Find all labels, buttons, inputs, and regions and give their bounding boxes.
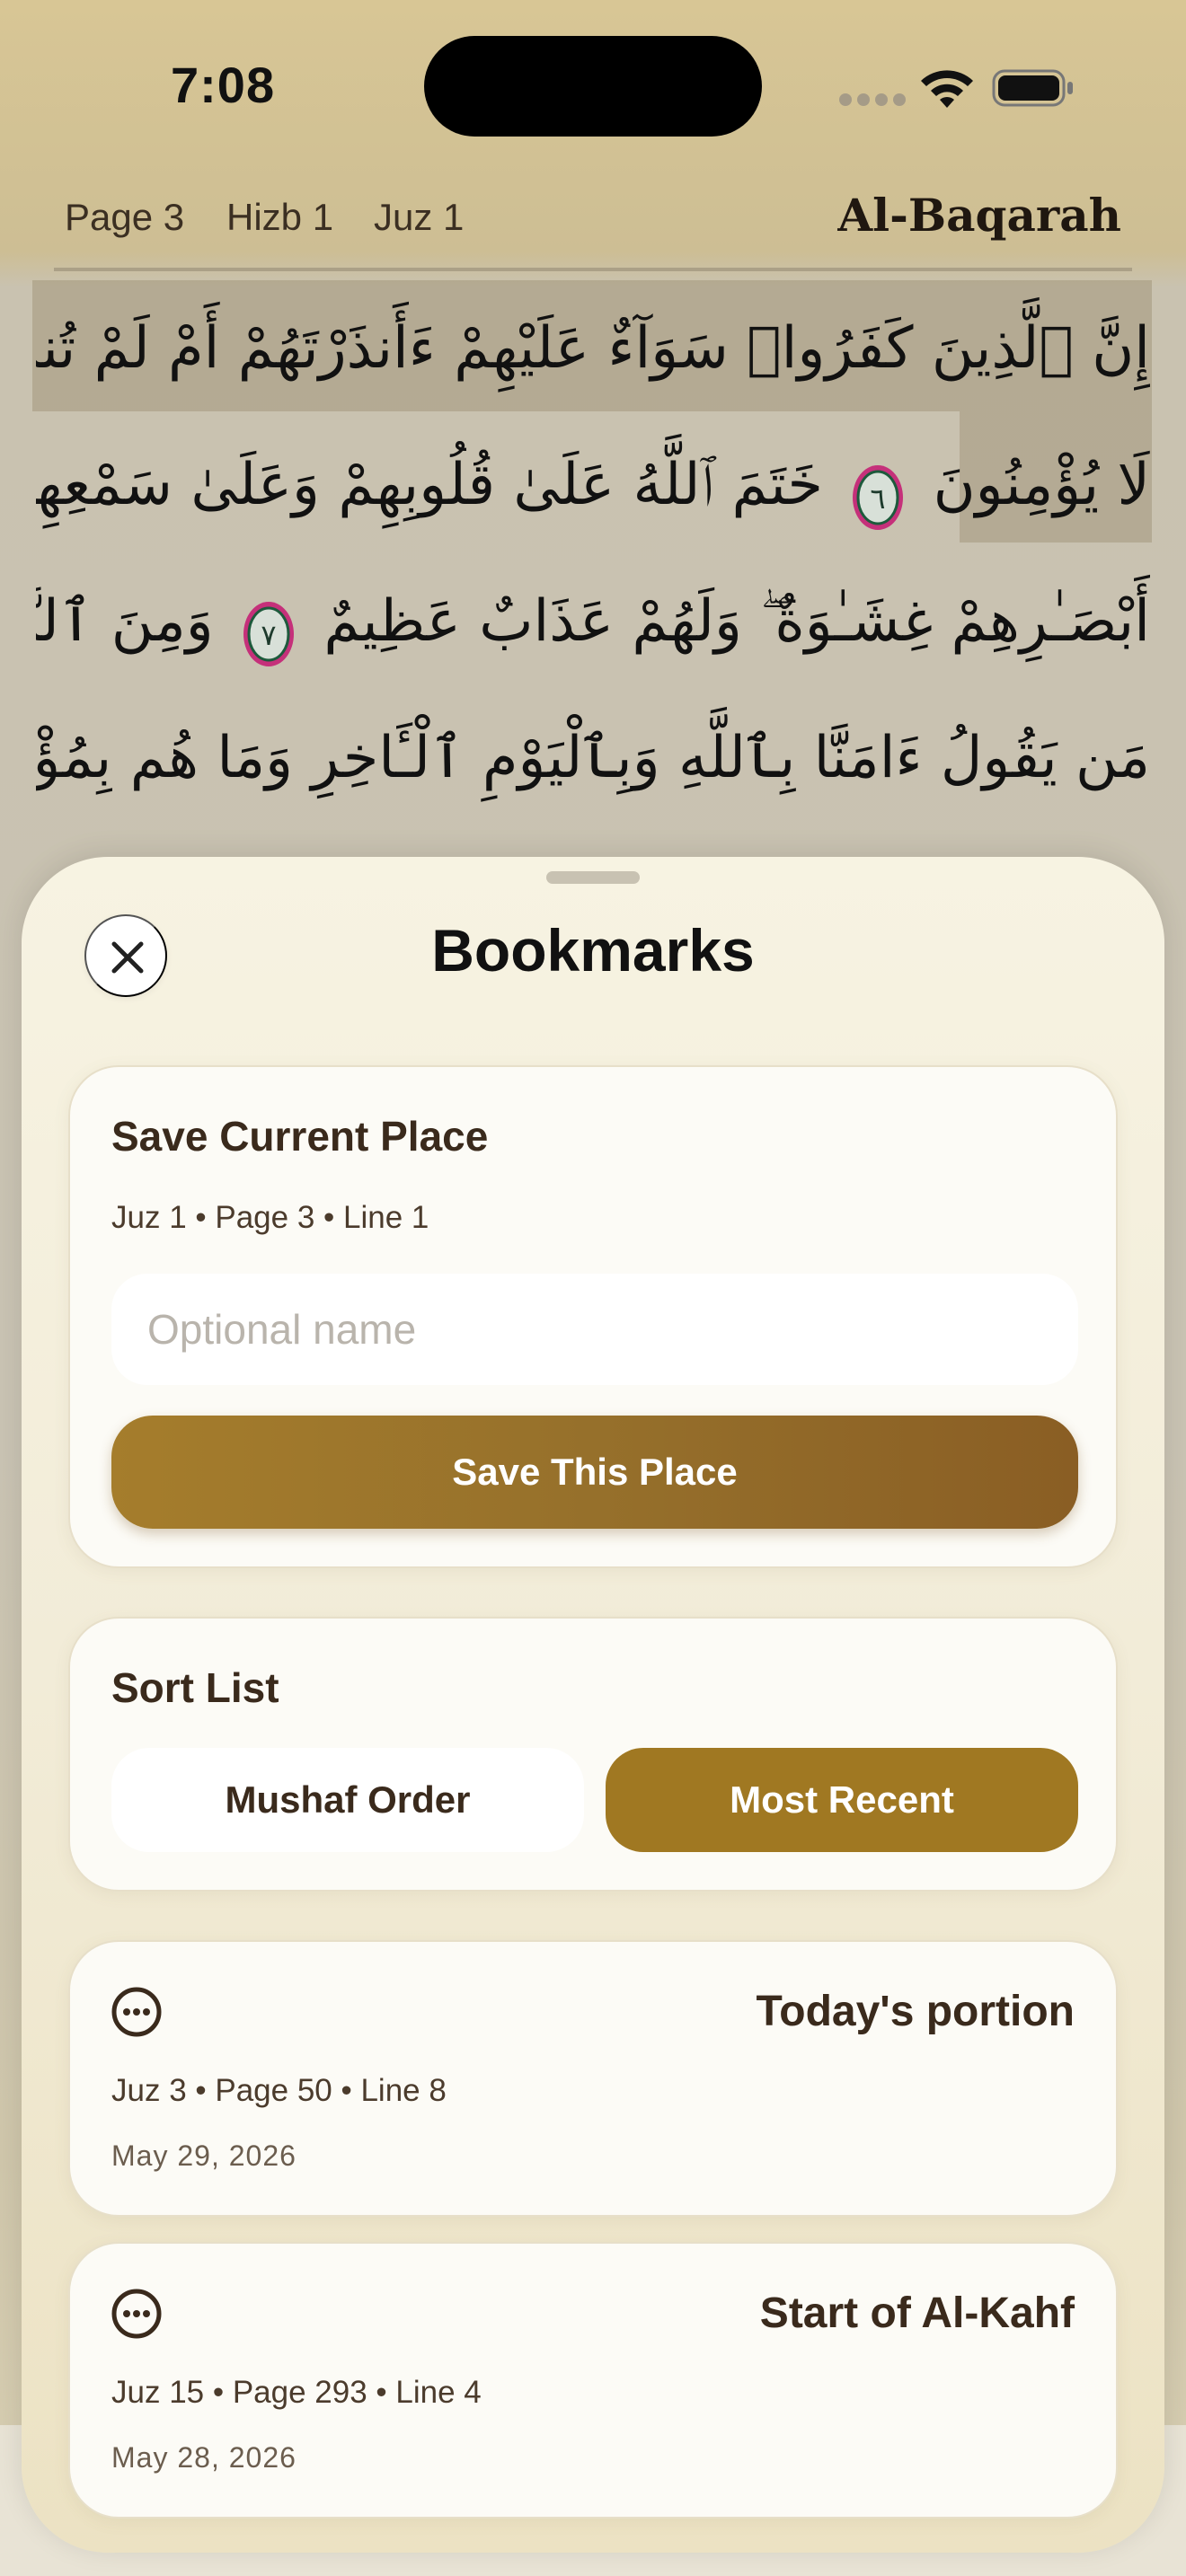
status-bar: 7:08 <box>0 0 1186 171</box>
quran-line[interactable]: مَن يَقُولُ ءَامَنَّا بِٱللَّهِ وَبِٱلْي… <box>36 695 1150 821</box>
status-time: 7:08 <box>171 57 276 113</box>
cellular-signal-icon <box>839 93 906 106</box>
quran-line[interactable]: إِنَّ ٱلَّذِينَ كَفَرُوا۟ سَوَآءٌ عَلَيْ… <box>36 286 1150 411</box>
wifi-icon <box>921 70 973 108</box>
bookmark-item[interactable]: Today's portion Juz 3 • Page 50 • Line 8… <box>68 1940 1118 2217</box>
battery-icon <box>992 69 1073 107</box>
quran-line[interactable]: لَا يُؤْمِنُونَ ٦ خَتَمَ ٱللَّهُ عَلَىٰ … <box>36 422 1150 548</box>
surah-name: Al-Baqarah <box>837 189 1121 242</box>
current-location: Juz 1 • Page 3 • Line 1 <box>111 1200 429 1235</box>
bookmark-date: May 28, 2026 <box>111 2441 296 2474</box>
ayah-number: ٧ <box>261 618 276 652</box>
header-divider <box>54 268 1132 271</box>
bookmark-date: May 29, 2026 <box>111 2139 296 2172</box>
sheet-grabber[interactable] <box>546 871 640 884</box>
more-icon[interactable] <box>110 2287 164 2341</box>
quran-text: وَمِنَ ٱلنَّاسِ <box>36 588 214 655</box>
reader-header: Page 3 Hizb 1 Juz 1 Al-Baqarah <box>0 180 1186 269</box>
page-indicator: Page 3 <box>65 196 185 238</box>
more-icon[interactable] <box>110 1985 164 2039</box>
bookmark-location: Juz 15 • Page 293 • Line 4 <box>111 2375 482 2410</box>
sort-most-recent-button[interactable]: Most Recent <box>606 1748 1078 1852</box>
save-this-place-button[interactable]: Save This Place <box>111 1416 1078 1529</box>
bookmark-title: Start of Al-Kahf <box>759 2289 1075 2337</box>
bookmarks-sheet: Bookmarks Save Current Place Juz 1 • Pag… <box>22 857 1164 2553</box>
quran-text: لَا يُؤْمِنُونَ <box>933 452 1150 518</box>
sort-heading: Sort List <box>111 1664 279 1711</box>
save-current-place-card: Save Current Place Juz 1 • Page 3 • Line… <box>68 1065 1118 1568</box>
sheet-title: Bookmarks <box>431 917 755 984</box>
bookmark-item[interactable]: Start of Al-Kahf Juz 15 • Page 293 • Lin… <box>68 2242 1118 2519</box>
save-card-heading: Save Current Place <box>111 1113 489 1160</box>
bookmark-name-input[interactable] <box>111 1274 1078 1385</box>
quran-line[interactable]: أَبْصَـٰرِهِمْ غِشَـٰوَةٌ ۖ وَلَهُمْ عَذ… <box>36 559 1150 684</box>
juz-indicator: Juz 1 <box>374 196 465 238</box>
sort-list-card: Sort List Mushaf Order Most Recent <box>68 1617 1118 1892</box>
quran-text: إِنَّ ٱلَّذِينَ كَفَرُوا۟ سَوَآءٌ عَلَيْ… <box>36 315 1150 382</box>
hizb-indicator: Hizb 1 <box>226 196 334 238</box>
bookmark-location: Juz 3 • Page 50 • Line 8 <box>111 2073 447 2108</box>
ayah-number-marker: ٧ <box>241 588 296 667</box>
quran-text: مَن يَقُولُ ءَامَنَّا بِٱللَّهِ وَبِٱلْي… <box>36 725 1150 791</box>
dynamic-island <box>424 36 762 137</box>
ayah-number: ٦ <box>871 481 886 516</box>
quran-text: أَبْصَـٰرِهِمْ غِشَـٰوَةٌ ۖ وَلَهُمْ عَذ… <box>323 588 1150 655</box>
ayah-number-marker: ٦ <box>850 452 906 531</box>
bookmark-title: Today's portion <box>756 1988 1075 2035</box>
quran-text: خَتَمَ ٱللَّهُ عَلَىٰ قُلُوبِهِمْ وَعَلَ… <box>36 452 823 518</box>
sort-mushaf-order-button[interactable]: Mushaf Order <box>111 1748 584 1852</box>
